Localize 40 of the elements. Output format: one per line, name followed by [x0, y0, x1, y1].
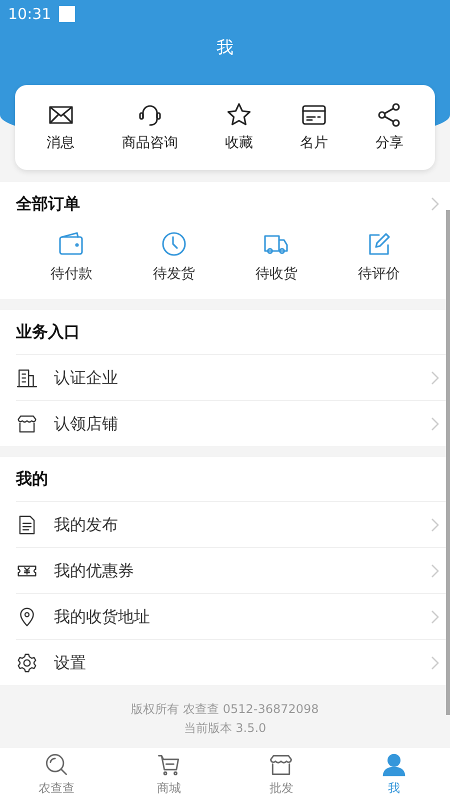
building-icon [16, 366, 38, 388]
page-title: 我 [216, 38, 234, 58]
tab[interactable]: 农查查 [0, 748, 112, 800]
menu-label: 认证企业 [54, 366, 119, 388]
quick-action[interactable]: 收藏 [224, 101, 253, 154]
footer-text: 版权所有 农查查 0512-36872098 [131, 702, 319, 716]
chevron-icon [430, 516, 440, 532]
settings-icon [16, 652, 38, 674]
order-status-button[interactable]: 待评价 [358, 230, 400, 285]
quick-action[interactable]: 消息 [46, 101, 75, 154]
chevron-icon [430, 608, 440, 624]
clock-icon [160, 230, 188, 258]
notification-icon [59, 6, 76, 22]
status-time: 10:31 [8, 4, 52, 25]
chevron-icon [430, 654, 440, 670]
chevron-icon [430, 196, 440, 212]
search-icon [43, 752, 70, 778]
wallet-icon [57, 230, 86, 258]
section-title: 全部订单 [16, 193, 80, 215]
person-icon [380, 752, 407, 778]
section-title: 我的 [16, 468, 48, 490]
quick-action[interactable]: 商品咨询 [122, 101, 178, 154]
order-status-button[interactable]: 待付款 [50, 230, 92, 285]
quick-action[interactable]: 分享 [375, 101, 404, 154]
quick-action[interactable]: 名片 [300, 101, 328, 154]
section-title: 业务入口 [16, 321, 80, 343]
chevron-icon [430, 370, 440, 386]
order-status-button[interactable]: 待发货 [152, 230, 195, 285]
footer-text: 当前版本 3.5.0 [184, 721, 266, 735]
tab[interactable]: 批发 [225, 748, 338, 800]
menu-label: 我的收货地址 [54, 606, 151, 628]
menu-label: 我的发布 [54, 514, 119, 536]
chevron-icon [430, 416, 440, 432]
chevron-icon [430, 562, 440, 578]
menu-label: 设置 [54, 652, 87, 674]
tab[interactable]: 商城 [112, 748, 225, 800]
order-status-button[interactable]: 待收货 [255, 230, 298, 285]
menu-label: 认领店铺 [54, 412, 119, 434]
storefront-icon [16, 412, 38, 434]
menu-label: 我的优惠券 [54, 560, 135, 582]
